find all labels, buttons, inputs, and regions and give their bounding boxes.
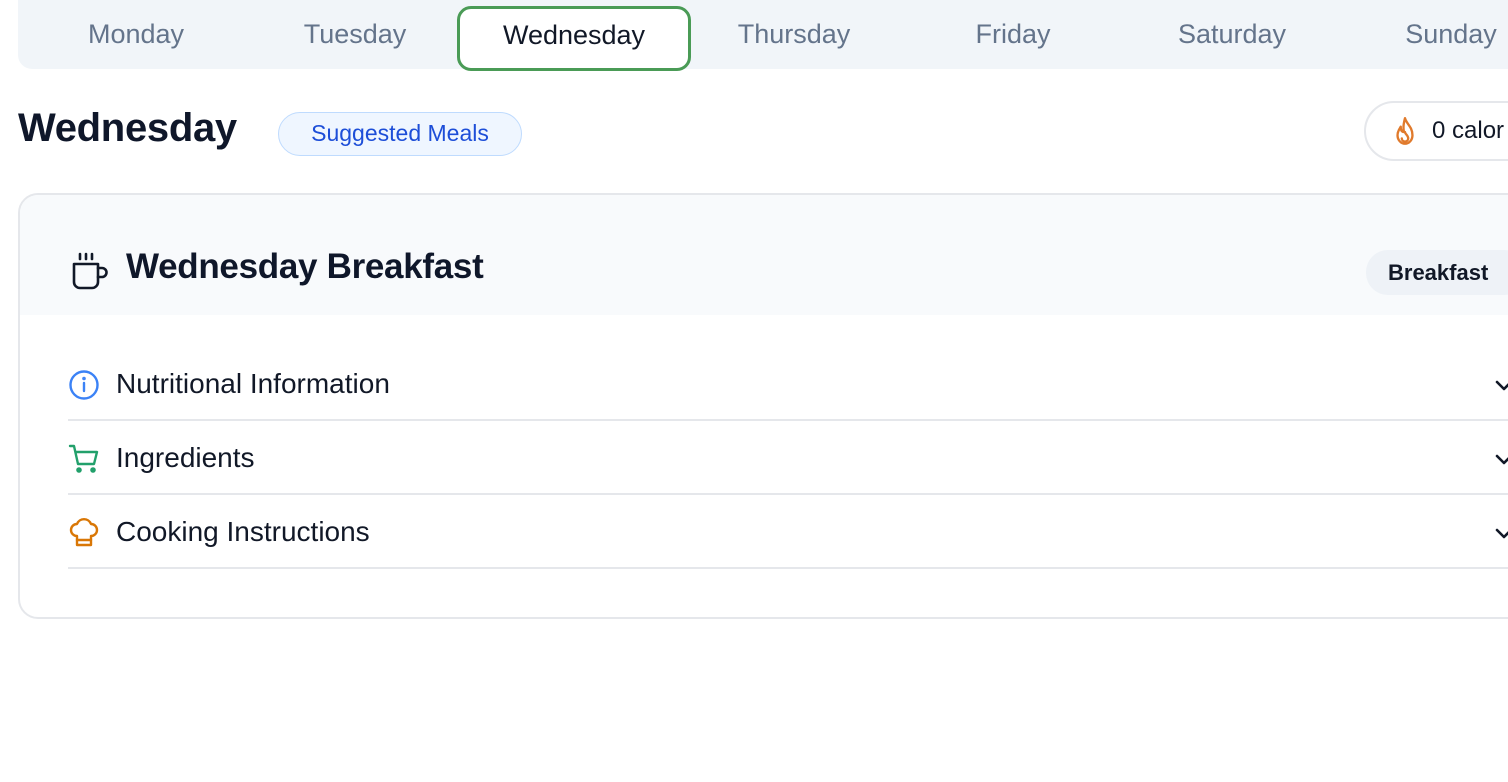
section-label: Ingredients [116, 442, 255, 473]
tab-thursday[interactable]: Thursday [684, 6, 904, 71]
tab-monday[interactable]: Monday [26, 6, 246, 71]
section-nutritional-information[interactable]: Nutritional Information [68, 347, 1508, 421]
chevron-down-icon [1495, 528, 1508, 539]
meal-type-badge: Breakfast [1366, 250, 1508, 295]
chevron-down-icon [1495, 454, 1508, 465]
tab-saturday[interactable]: Saturday [1122, 6, 1342, 71]
tab-tuesday[interactable]: Tuesday [245, 6, 465, 71]
chef-hat-icon [69, 518, 99, 547]
meal-card-header: Wednesday Breakfast Breakfast [20, 195, 1508, 315]
tab-sunday[interactable]: Sunday [1341, 6, 1508, 71]
section-ingredients[interactable]: Ingredients [68, 421, 1508, 495]
section-cooking-instructions[interactable]: Cooking Instructions [68, 495, 1508, 569]
section-label: Nutritional Information [116, 368, 390, 399]
meal-card: Wednesday Breakfast Breakfast Nutritiona… [18, 193, 1508, 619]
page-title: Wednesday [18, 106, 237, 150]
info-icon [69, 370, 99, 400]
suggested-meals-badge: Suggested Meals [278, 112, 522, 156]
meal-title: Wednesday Breakfast [126, 247, 484, 286]
day-tabs: Monday Tuesday Wednesday Thursday Friday… [18, 0, 1508, 71]
chevron-down-icon [1495, 380, 1508, 391]
calorie-summary: 0 calor [1364, 101, 1508, 161]
cart-icon [68, 444, 99, 473]
coffee-cup-icon [72, 252, 108, 290]
flame-icon [1396, 116, 1414, 145]
section-label: Cooking Instructions [116, 516, 370, 547]
tab-wednesday[interactable]: Wednesday [457, 6, 691, 71]
tab-friday[interactable]: Friday [903, 6, 1123, 71]
meal-plan-page: Monday Tuesday Wednesday Thursday Friday… [0, 0, 1508, 782]
calorie-count: 0 calor [1432, 117, 1505, 144]
